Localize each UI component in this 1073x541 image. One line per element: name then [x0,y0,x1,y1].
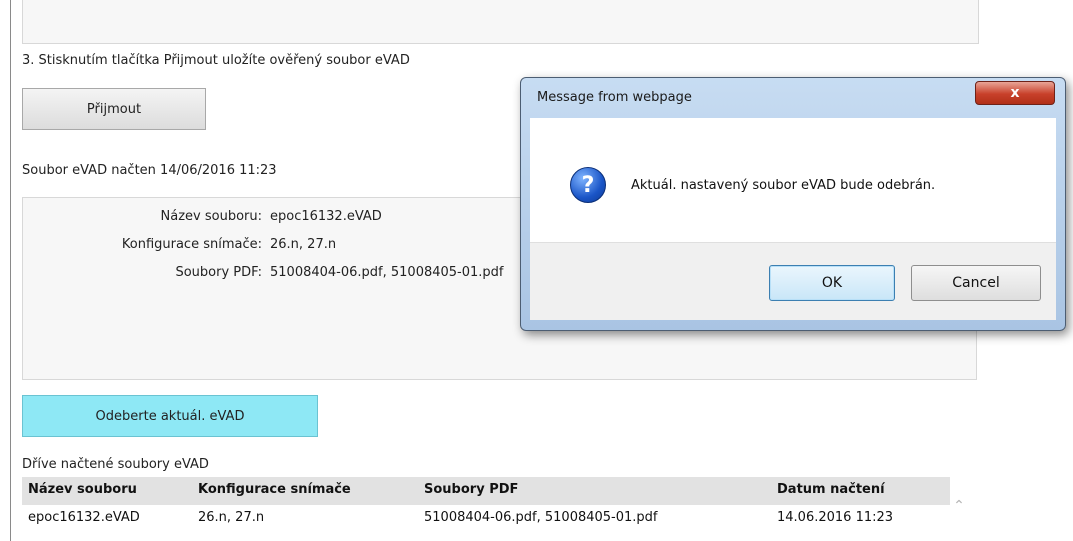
scroll-up-icon[interactable]: ⌃ [951,498,967,518]
dialog-title: Message from webpage [537,90,692,105]
question-icon: ? [570,167,606,203]
cell-config: 26.n, 27.n [198,510,265,525]
step3-instruction: 3. Stisknutím tlačítka Přijmout uložíte … [22,53,410,68]
message-dialog: Message from webpage x ? Aktuál. nastave… [520,77,1066,331]
close-icon[interactable]: x [975,81,1055,105]
accept-button[interactable]: Přijmout [22,88,206,130]
previous-panel [22,0,979,44]
remove-evad-button[interactable]: Odeberte aktuál. eVAD [22,395,318,437]
history-title: Dříve načtené soubory eVAD [22,457,209,472]
pdf-label: Soubory PDF: [175,265,262,280]
filename-label: Název souboru: [160,209,262,224]
ok-button[interactable]: OK [769,265,895,301]
history-table-header: Název souboru Konfigurace snímače Soubor… [22,477,950,505]
cell-pdf: 51008404-06.pdf, 51008405-01.pdf [424,510,658,525]
col-filename[interactable]: Název souboru [28,482,137,497]
filename-value: epoc16132.eVAD [270,209,382,224]
config-label: Konfigurace snímače: [121,237,262,252]
col-pdf[interactable]: Soubory PDF [424,482,518,497]
pdf-value: 51008404-06.pdf, 51008405-01.pdf [270,265,504,280]
loaded-status: Soubor eVAD načten 14/06/2016 11:23 [22,163,277,178]
dialog-message: Aktuál. nastavený soubor eVAD bude odebr… [631,178,936,193]
cell-filename: epoc16132.eVAD [28,510,140,525]
col-config[interactable]: Konfigurace snímače [198,482,351,497]
cancel-button[interactable]: Cancel [911,265,1041,301]
window-frame-edge [10,0,11,541]
config-value: 26.n, 27.n [270,237,337,252]
cell-date: 14.06.2016 11:23 [777,510,894,525]
col-date[interactable]: Datum načtení [777,482,885,497]
